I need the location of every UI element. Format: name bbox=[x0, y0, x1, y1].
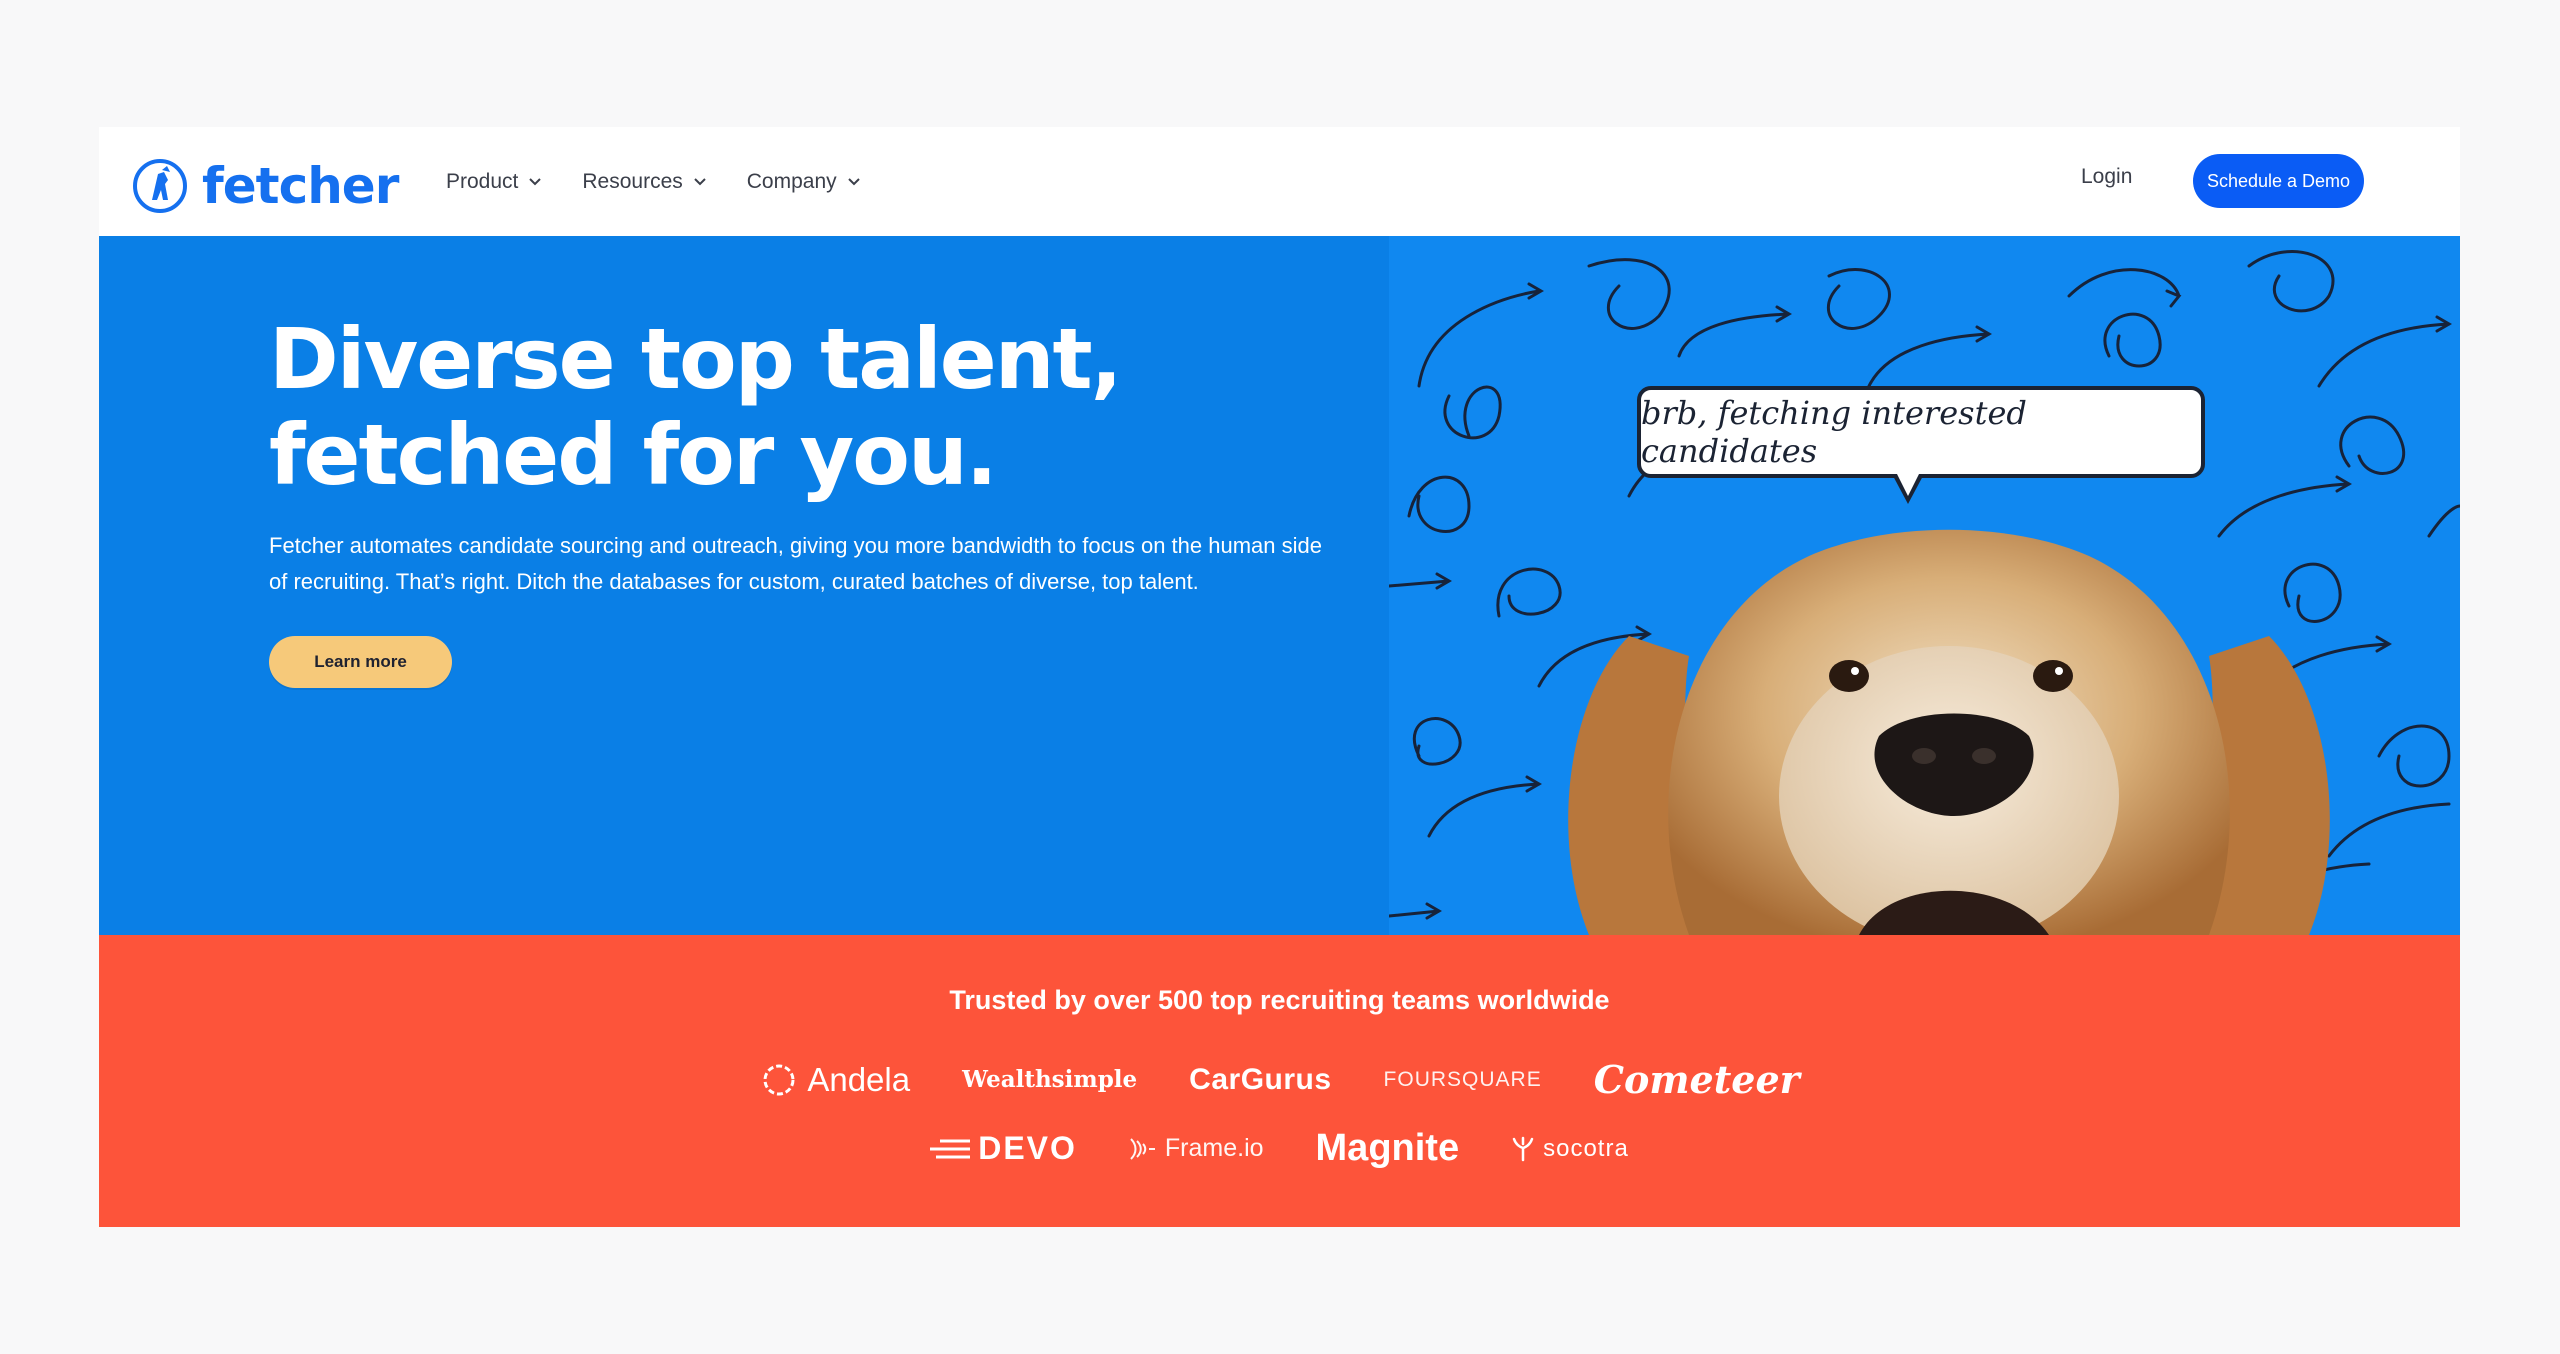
devo-logo: DEVO bbox=[930, 1130, 1077, 1167]
frameio-logo: Frame.io bbox=[1129, 1134, 1264, 1163]
wealthsimple-label: Wealthsimple bbox=[962, 1066, 1138, 1093]
site-header: fetcher Product Resources Company Login … bbox=[99, 127, 2460, 236]
learn-more-button[interactable]: Learn more bbox=[269, 636, 452, 688]
hero-text-panel: Diverse top talent, fetched for you. Fet… bbox=[99, 236, 1389, 935]
frameio-wave-icon bbox=[1130, 1137, 1155, 1160]
nav-company[interactable]: Company bbox=[747, 170, 861, 194]
chevron-down-icon bbox=[847, 178, 860, 186]
hero-description: Fetcher automates candidate sourcing and… bbox=[269, 533, 1322, 594]
login-link[interactable]: Login bbox=[2081, 165, 2132, 189]
nav-resources[interactable]: Resources bbox=[582, 170, 706, 194]
nav-product-label: Product bbox=[446, 169, 519, 193]
schedule-demo-button[interactable]: Schedule a Demo bbox=[2193, 154, 2364, 208]
hero-title: Diverse top talent, fetched for you. bbox=[269, 310, 1123, 504]
cometeer-label: Cometeer bbox=[1593, 1057, 1800, 1102]
devo-label: DEVO bbox=[978, 1130, 1077, 1166]
speech-bubble-text: brb, fetching interested candidates bbox=[1641, 394, 2027, 470]
hero-section: Diverse top talent, fetched for you. Fet… bbox=[99, 236, 2460, 935]
frameio-label: Frame.io bbox=[1164, 1134, 1264, 1162]
foursquare-label: FOURSQUARE bbox=[1383, 1067, 1542, 1091]
andela-gear-icon bbox=[763, 1064, 795, 1095]
hero-dog-illustration: brb, fetching interested candidates bbox=[1389, 236, 2460, 935]
devo-lines-icon bbox=[930, 1139, 971, 1158]
main-nav: Product Resources Company bbox=[446, 127, 901, 236]
andela-logo: Andela bbox=[759, 1060, 910, 1100]
speech-bubble-tail-fill bbox=[1896, 472, 1920, 496]
chevron-down-icon bbox=[694, 178, 706, 186]
golden-retriever-image bbox=[1568, 529, 2330, 935]
speech-bubble: brb, fetching interested candidates bbox=[1637, 386, 2205, 478]
magnite-logo: Magnite bbox=[1316, 1127, 1460, 1170]
nav-resources-label: Resources bbox=[582, 169, 683, 193]
foursquare-logo: FOURSQUARE bbox=[1384, 1068, 1542, 1092]
wealthsimple-logo: Wealthsimple bbox=[962, 1066, 1137, 1093]
fetcher-logo[interactable]: fetcher bbox=[132, 157, 399, 215]
socotra-logo: socotra bbox=[1511, 1135, 1629, 1163]
trusted-by-heading: Trusted by over 500 top recruiting teams… bbox=[949, 985, 1610, 1015]
customer-logos-row-1: Andela Wealthsimple CarGurus FOURSQUARE … bbox=[99, 1057, 2460, 1102]
customer-logos-row-2: DEVO Frame.io Magnite socotra bbox=[99, 1127, 2460, 1170]
page-frame: fetcher Product Resources Company Login … bbox=[99, 127, 2460, 1227]
nav-company-label: Company bbox=[746, 169, 837, 193]
nav-product[interactable]: Product bbox=[446, 170, 542, 194]
magnite-label: Magnite bbox=[1315, 1127, 1460, 1169]
cargurus-label: CarGurus bbox=[1189, 1062, 1332, 1096]
cometeer-logo: Cometeer bbox=[1594, 1057, 1800, 1102]
chevron-down-icon bbox=[529, 178, 542, 186]
fetcher-dog-icon bbox=[133, 159, 187, 213]
socotra-label: socotra bbox=[1543, 1134, 1629, 1162]
socotra-tree-icon bbox=[1512, 1136, 1534, 1161]
andela-label: Andela bbox=[807, 1060, 911, 1098]
trusted-by-section: Trusted by over 500 top recruiting teams… bbox=[99, 935, 2460, 1227]
cargurus-logo: CarGurus bbox=[1189, 1063, 1331, 1097]
brand-name: fetcher bbox=[202, 157, 399, 215]
